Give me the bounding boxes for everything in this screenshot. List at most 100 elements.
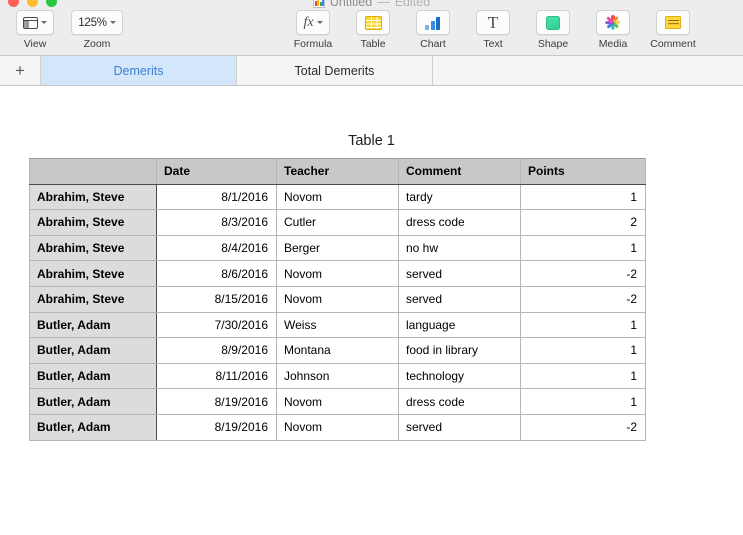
- toolbar-item-zoom[interactable]: 125% Zoom: [70, 10, 124, 50]
- cell-name[interactable]: Butler, Adam: [29, 337, 157, 364]
- cell-comment[interactable]: language: [398, 311, 521, 339]
- toolbar-item-comment[interactable]: Comment: [646, 10, 700, 50]
- table-row[interactable]: Abrahim, Steve 8/1/2016 Novom tardy 1: [29, 183, 646, 211]
- cell-teacher[interactable]: Montana: [276, 337, 399, 364]
- cell-points[interactable]: 1: [520, 337, 646, 364]
- sheet-tab-demerits[interactable]: Demerits: [41, 56, 237, 85]
- cell-points[interactable]: 1: [520, 362, 646, 390]
- cell-teacher[interactable]: Weiss: [276, 311, 399, 339]
- column-header-comment[interactable]: Comment: [398, 158, 521, 185]
- column-header-points[interactable]: Points: [520, 158, 646, 185]
- cell-comment[interactable]: food in library: [398, 337, 521, 364]
- bar-chart-icon: [425, 16, 442, 30]
- cell-name[interactable]: Butler, Adam: [29, 413, 157, 441]
- window-title: Untitled: [329, 0, 373, 9]
- cell-points[interactable]: 1: [520, 234, 646, 262]
- cell-date[interactable]: 8/3/2016: [156, 209, 277, 236]
- cell-name[interactable]: Abrahim, Steve: [29, 285, 157, 313]
- media-button[interactable]: [596, 10, 630, 35]
- zoom-button-control[interactable]: 125%: [71, 10, 123, 35]
- cell-name[interactable]: Abrahim, Steve: [29, 260, 157, 287]
- toolbar-item-formula[interactable]: fx Formula: [286, 10, 340, 50]
- view-button[interactable]: [16, 10, 54, 35]
- sheet-canvas[interactable]: Table 1 Date Teacher Comment Points Abra…: [0, 86, 743, 534]
- cell-points[interactable]: -2: [520, 413, 646, 441]
- sheet-tab-total-demerits[interactable]: Total Demerits: [237, 56, 433, 85]
- cell-teacher[interactable]: Johnson: [276, 362, 399, 390]
- cell-comment[interactable]: served: [398, 285, 521, 313]
- cell-teacher[interactable]: Novom: [276, 388, 399, 415]
- toolbar: Untitled — Edited View 125% Zoom fx Form…: [0, 0, 743, 56]
- chart-button[interactable]: [416, 10, 450, 35]
- chevron-down-icon: [41, 21, 47, 24]
- table-row[interactable]: Butler, Adam 8/9/2016 Montana food in li…: [29, 337, 646, 364]
- close-button[interactable]: [8, 0, 19, 7]
- table-title[interactable]: Table 1: [0, 133, 743, 149]
- cell-date[interactable]: 8/4/2016: [156, 234, 277, 262]
- zoom-button[interactable]: [46, 0, 57, 7]
- toolbar-item-media[interactable]: Media: [586, 10, 640, 50]
- cell-name[interactable]: Abrahim, Steve: [29, 234, 157, 262]
- cell-teacher[interactable]: Novom: [276, 413, 399, 441]
- cell-date[interactable]: 8/19/2016: [156, 413, 277, 441]
- cell-name[interactable]: Abrahim, Steve: [29, 183, 157, 211]
- formula-button[interactable]: fx: [296, 10, 330, 35]
- minimize-button[interactable]: [27, 0, 38, 7]
- cell-name[interactable]: Butler, Adam: [29, 311, 157, 339]
- cell-teacher[interactable]: Berger: [276, 234, 399, 262]
- toolbar-item-text[interactable]: T Text: [466, 10, 520, 50]
- table-row[interactable]: Butler, Adam 8/11/2016 Johnson technolog…: [29, 362, 646, 390]
- table-grid-icon: [364, 15, 382, 30]
- cell-points[interactable]: -2: [520, 285, 646, 313]
- cell-comment[interactable]: served: [398, 260, 521, 287]
- cell-comment[interactable]: dress code: [398, 388, 521, 415]
- column-header-teacher[interactable]: Teacher: [276, 158, 399, 185]
- cell-points[interactable]: 1: [520, 388, 646, 415]
- table-row[interactable]: Abrahim, Steve 8/6/2016 Novom served -2: [29, 260, 646, 287]
- add-sheet-button[interactable]: +: [0, 56, 41, 85]
- demerits-table[interactable]: Date Teacher Comment Points Abrahim, Ste…: [29, 158, 646, 441]
- shape-button[interactable]: [536, 10, 570, 35]
- cell-name[interactable]: Butler, Adam: [29, 388, 157, 415]
- cell-name[interactable]: Butler, Adam: [29, 362, 157, 390]
- table-row[interactable]: Abrahim, Steve 8/3/2016 Cutler dress cod…: [29, 209, 646, 236]
- numbers-window: Untitled — Edited View 125% Zoom fx Form…: [0, 0, 743, 535]
- comment-button[interactable]: [656, 10, 690, 35]
- column-header-date[interactable]: Date: [156, 158, 277, 185]
- cell-points[interactable]: 1: [520, 183, 646, 211]
- text-button[interactable]: T: [476, 10, 510, 35]
- cell-teacher[interactable]: Novom: [276, 285, 399, 313]
- table-row[interactable]: Butler, Adam 8/19/2016 Novom dress code …: [29, 388, 646, 415]
- cell-teacher[interactable]: Novom: [276, 260, 399, 287]
- table-row[interactable]: Abrahim, Steve 8/4/2016 Berger no hw 1: [29, 234, 646, 262]
- window-title-bar: Untitled — Edited: [0, 0, 743, 9]
- table-row[interactable]: Butler, Adam 8/19/2016 Novom served -2: [29, 413, 646, 441]
- cell-points[interactable]: 2: [520, 209, 646, 236]
- cell-date[interactable]: 8/9/2016: [156, 337, 277, 364]
- cell-date[interactable]: 8/11/2016: [156, 362, 277, 390]
- cell-comment[interactable]: served: [398, 413, 521, 441]
- cell-date[interactable]: 8/1/2016: [156, 183, 277, 211]
- cell-comment[interactable]: dress code: [398, 209, 521, 236]
- cell-comment[interactable]: technology: [398, 362, 521, 390]
- cell-teacher[interactable]: Cutler: [276, 209, 399, 236]
- toolbar-item-table[interactable]: Table: [346, 10, 400, 50]
- cell-comment[interactable]: tardy: [398, 183, 521, 211]
- cell-date[interactable]: 8/19/2016: [156, 388, 277, 415]
- cell-name[interactable]: Abrahim, Steve: [29, 209, 157, 236]
- table-row[interactable]: Abrahim, Steve 8/15/2016 Novom served -2: [29, 285, 646, 313]
- table-row[interactable]: Butler, Adam 7/30/2016 Weiss language 1: [29, 311, 646, 339]
- cell-points[interactable]: -2: [520, 260, 646, 287]
- column-header-name[interactable]: [29, 158, 157, 185]
- text-label: Text: [483, 38, 503, 50]
- cell-points[interactable]: 1: [520, 311, 646, 339]
- cell-date[interactable]: 8/6/2016: [156, 260, 277, 287]
- toolbar-item-chart[interactable]: Chart: [406, 10, 460, 50]
- cell-date[interactable]: 8/15/2016: [156, 285, 277, 313]
- toolbar-item-view[interactable]: View: [8, 10, 62, 50]
- cell-teacher[interactable]: Novom: [276, 183, 399, 211]
- cell-date[interactable]: 7/30/2016: [156, 311, 277, 339]
- table-button[interactable]: [356, 10, 390, 35]
- cell-comment[interactable]: no hw: [398, 234, 521, 262]
- toolbar-item-shape[interactable]: Shape: [526, 10, 580, 50]
